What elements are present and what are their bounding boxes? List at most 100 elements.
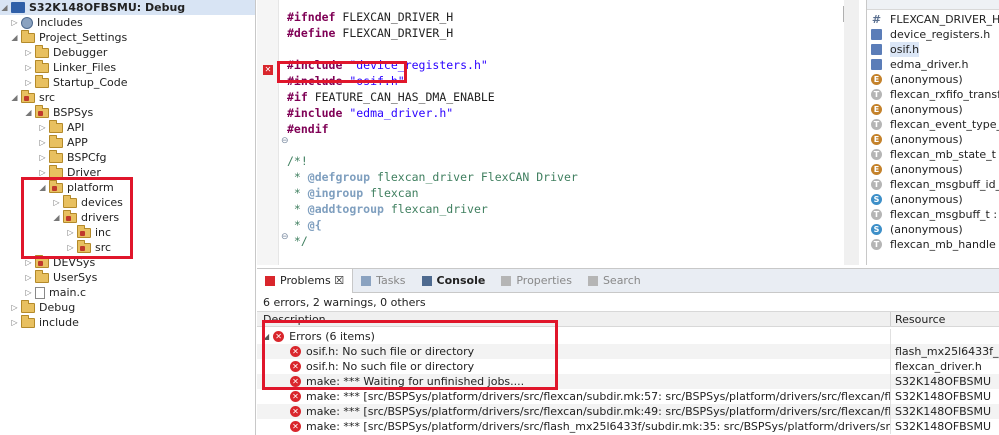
problem-description: make: *** [src/BSPSys/platform/drivers/s… bbox=[306, 405, 891, 418]
doc-tag: @ingroup bbox=[307, 186, 364, 200]
expand-toggle-icon[interactable]: ▷ bbox=[24, 285, 33, 300]
code-comment: /*! bbox=[287, 154, 308, 168]
error-marker-icon[interactable]: ✕ bbox=[263, 65, 273, 75]
tree-item[interactable]: ▷ Debugger bbox=[24, 44, 108, 60]
tree-item[interactable]: ◢ BSPSys bbox=[24, 104, 94, 120]
outline-item-label: device_registers.h bbox=[890, 28, 991, 41]
problem-row[interactable]: ✕ make: *** [src/BSPSys/platform/drivers/… bbox=[257, 389, 999, 404]
outline-item[interactable]: # FLEXCAN_DRIVER_H bbox=[871, 12, 999, 27]
expand-toggle-icon[interactable]: ▷ bbox=[10, 15, 19, 30]
outline-item[interactable]: Tflexcan_event_type_t bbox=[871, 117, 999, 132]
outline-item-label: osif.h bbox=[890, 42, 920, 57]
tree-item-label: Includes bbox=[37, 16, 83, 29]
tree-item-label: Debugger bbox=[53, 46, 108, 59]
tree-item-label: Startup_Code bbox=[53, 76, 128, 89]
outline-item-label: FLEXCAN_DRIVER_H bbox=[890, 13, 999, 26]
outline-item[interactable]: Tflexcan_rxfifo_transf bbox=[871, 87, 999, 102]
expand-toggle-icon[interactable]: ▷ bbox=[24, 45, 33, 60]
code-comment: * bbox=[287, 186, 308, 200]
expand-toggle-icon[interactable]: ▷ bbox=[38, 135, 47, 150]
outline-item[interactable]: Tflexcan_mb_handle bbox=[871, 237, 996, 252]
tab-properties[interactable]: Properties bbox=[493, 269, 580, 293]
problem-row[interactable]: ✕ make: *** [src/BSPSys/platform/drivers/… bbox=[257, 419, 999, 434]
outline-item[interactable]: E (anonymous) bbox=[871, 132, 963, 147]
outline-item[interactable]: osif.h bbox=[871, 42, 920, 57]
problem-description: make: *** [src/BSPSys/platform/drivers/s… bbox=[306, 390, 891, 403]
problem-resource: S32K148OFBSMU bbox=[895, 405, 992, 418]
outline-item[interactable]: E (anonymous) bbox=[871, 102, 963, 117]
tab-console[interactable]: Console bbox=[414, 269, 494, 293]
expand-toggle-icon[interactable]: ▷ bbox=[38, 120, 47, 135]
outline-view: # FLEXCAN_DRIVER_H device_registers.h osif.… bbox=[866, 0, 999, 265]
tree-item[interactable]: ▷ BSPCfg bbox=[38, 149, 107, 165]
source-folder-icon bbox=[35, 104, 49, 118]
outline-item[interactable]: S (anonymous) bbox=[871, 192, 963, 207]
expand-toggle-icon[interactable]: ▷ bbox=[38, 150, 47, 165]
view-tab-bar: Problems ☒ Tasks Console Properties Search bbox=[257, 269, 999, 293]
outline-item-label: edma_driver.h bbox=[890, 58, 969, 71]
code-comment: flexcan bbox=[363, 186, 419, 200]
outline-item[interactable]: E (anonymous) bbox=[871, 72, 963, 87]
outline-item[interactable]: Tflexcan_msgbuff_t : bbox=[871, 207, 997, 222]
tree-item[interactable]: ▷ Includes bbox=[10, 15, 83, 30]
expand-toggle-icon[interactable]: ◢ bbox=[10, 90, 19, 105]
expand-toggle-icon[interactable]: ▷ bbox=[24, 270, 33, 285]
code-editor[interactable]: ✕ ⊖ ⊖ #ifndef FLEXCAN_DRIVER_H #define FL… bbox=[257, 0, 859, 265]
project-root[interactable]: ◢ S32K148OFBSMU: Debug bbox=[0, 0, 255, 15]
tree-item-label: APP bbox=[67, 136, 88, 149]
code-text: FLEXCAN_DRIVER_H bbox=[335, 26, 454, 40]
include-icon bbox=[871, 29, 882, 40]
outline-item-label: (anonymous) bbox=[890, 133, 963, 146]
outline-item[interactable]: E (anonymous) bbox=[871, 162, 963, 177]
outline-item[interactable]: Tflexcan_msgbuff_id_ bbox=[871, 177, 999, 192]
editor-scrollbar[interactable] bbox=[844, 0, 859, 265]
enum-icon: E bbox=[871, 164, 882, 175]
tab-label: Problems ☒ bbox=[280, 273, 345, 287]
outline-item[interactable]: device_registers.h bbox=[871, 27, 990, 42]
tree-item[interactable]: ▷ include bbox=[10, 314, 79, 330]
problem-resource: S32K148OFBSMU bbox=[895, 420, 992, 433]
enum-icon: E bbox=[871, 104, 882, 115]
collapse-icon[interactable]: ◢ bbox=[0, 0, 9, 15]
code-line: /*! bbox=[287, 153, 308, 169]
expand-toggle-icon[interactable]: ▷ bbox=[24, 75, 33, 90]
tree-item[interactable]: ▷ APP bbox=[38, 134, 88, 150]
include-icon bbox=[871, 44, 882, 55]
expand-toggle-icon[interactable]: ▷ bbox=[10, 315, 19, 330]
outline-item-label: flexcan_event_type_t bbox=[890, 118, 999, 131]
tree-item[interactable]: ◢ src bbox=[10, 89, 55, 105]
problem-resource: S32K148OFBSMU bbox=[895, 390, 992, 403]
tree-item-label: BSPSys bbox=[53, 106, 94, 119]
tree-item-label: Linker_Files bbox=[53, 61, 117, 74]
tree-item[interactable]: ▷ UserSys bbox=[24, 269, 97, 285]
problems-icon bbox=[265, 275, 275, 286]
outline-item-label: flexcan_mb_handle bbox=[890, 238, 996, 251]
problem-row[interactable]: ✕ make: *** [src/BSPSys/platform/drivers/… bbox=[257, 404, 999, 419]
tree-item[interactable]: ▷ Linker_Files bbox=[24, 59, 117, 75]
tree-item[interactable]: ▷ Debug bbox=[10, 299, 75, 315]
outline-item[interactable]: S (anonymous) bbox=[871, 222, 963, 237]
tab-problems[interactable]: Problems ☒ bbox=[257, 269, 354, 293]
outline-item[interactable]: Tflexcan_mb_state_t : bbox=[871, 147, 999, 162]
enum-icon: E bbox=[871, 74, 882, 85]
outline-item-label: (anonymous) bbox=[890, 193, 963, 206]
expand-toggle-icon[interactable]: ◢ bbox=[24, 105, 33, 120]
code-line: * @ingroup flexcan bbox=[287, 185, 419, 201]
tree-item[interactable]: ▷ API bbox=[38, 119, 84, 135]
expand-toggle-icon[interactable]: ◢ bbox=[10, 30, 19, 45]
project-title: S32K148OFBSMU: Debug bbox=[29, 1, 186, 14]
expand-toggle-icon[interactable]: ▷ bbox=[10, 300, 19, 315]
tab-tasks[interactable]: Tasks bbox=[353, 269, 413, 293]
column-resource[interactable]: Resource bbox=[891, 312, 999, 326]
error-icon: ✕ bbox=[290, 421, 301, 432]
tree-item[interactable]: ▷ Startup_Code bbox=[24, 74, 128, 90]
hash-icon: # bbox=[871, 13, 882, 26]
typedef-icon: T bbox=[871, 149, 882, 160]
expand-toggle-icon[interactable]: ▷ bbox=[24, 60, 33, 75]
outline-item[interactable]: edma_driver.h bbox=[871, 57, 969, 72]
tab-search[interactable]: Search bbox=[580, 269, 649, 293]
tree-item[interactable]: ◢ Project_Settings bbox=[10, 29, 127, 45]
fold-toggle-icon[interactable]: ⊖ bbox=[281, 136, 289, 146]
tree-item[interactable]: ▷ main.c bbox=[24, 285, 86, 300]
highlight-include-osif bbox=[277, 61, 407, 83]
